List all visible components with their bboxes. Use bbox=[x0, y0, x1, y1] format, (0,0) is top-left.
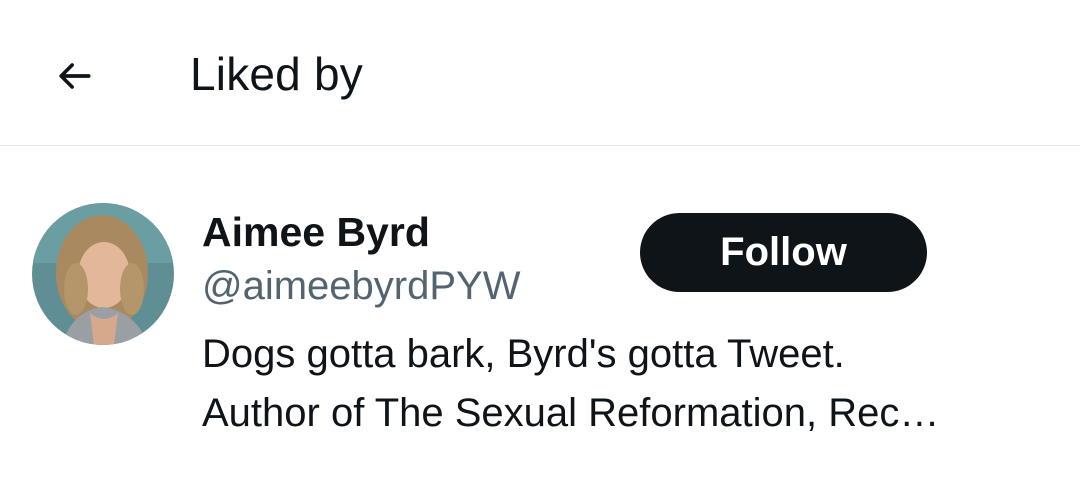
arrow-left-icon bbox=[59, 63, 91, 89]
bio-line: Author of The Sexual Reformation, Rec… bbox=[202, 391, 940, 435]
user-name[interactable]: Aimee Byrd bbox=[202, 207, 430, 257]
avatar[interactable] bbox=[32, 203, 174, 345]
bio-line: Dogs gotta bark, Byrd's gotta Tweet. bbox=[202, 332, 845, 376]
top-bar: Liked by bbox=[0, 0, 1080, 146]
follow-button[interactable]: Follow bbox=[640, 213, 927, 292]
back-button[interactable] bbox=[40, 42, 108, 110]
profile-photo bbox=[32, 203, 174, 345]
user-handle[interactable]: @aimeebyrdPYW bbox=[202, 261, 520, 311]
user-bio: Dogs gotta bark, Byrd's gotta Tweet. Aut… bbox=[202, 325, 1042, 443]
user-list-item[interactable]: Aimee Byrd @aimeebyrdPYW Follow Dogs got… bbox=[0, 147, 1080, 495]
page-title: Liked by bbox=[190, 48, 363, 100]
